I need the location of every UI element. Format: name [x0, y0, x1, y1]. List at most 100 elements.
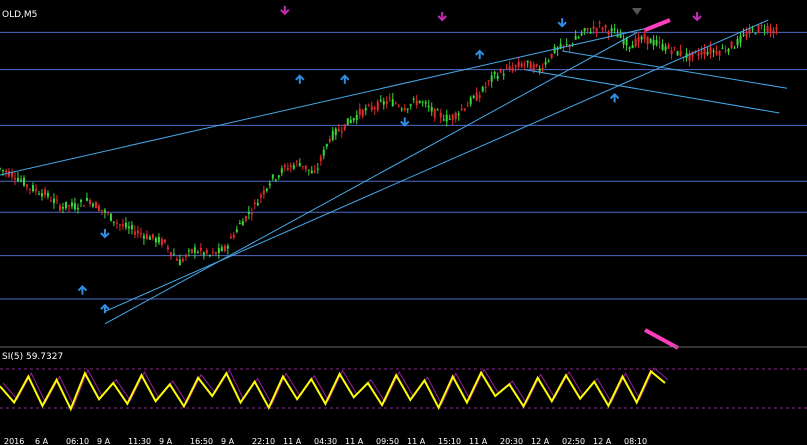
candle-body [298, 163, 301, 167]
candle-body [238, 223, 241, 225]
time-tick-label: 02:50 [562, 437, 585, 445]
candle-body [58, 205, 61, 211]
candle-body [178, 259, 181, 266]
time-tick-label: 22:10 [252, 437, 275, 445]
candle-body [382, 101, 385, 105]
candle-body [319, 156, 322, 161]
time-tick-label: 6 A [35, 437, 49, 445]
candle-body [271, 174, 274, 179]
candle-body [667, 44, 670, 49]
candle-body [592, 26, 595, 29]
candle-body [580, 33, 583, 36]
candle-body [286, 167, 289, 170]
candle-body [262, 190, 265, 195]
candle-body [727, 48, 730, 52]
candle-body [493, 71, 496, 75]
candle-body [172, 253, 175, 255]
candle-body [343, 123, 346, 130]
candle-body [544, 61, 547, 65]
candle-body [205, 250, 208, 254]
candle-body [655, 40, 658, 45]
candle-body [166, 247, 169, 250]
time-tick-label: 11 A [283, 437, 302, 445]
candle-body [370, 106, 373, 110]
candle-body [358, 108, 361, 115]
candle-body [646, 36, 649, 45]
candle-body [412, 98, 415, 100]
time-tick-label: 2016 [4, 437, 24, 445]
time-tick-label: 12 A [593, 437, 612, 445]
candle-body [679, 50, 682, 56]
candle-body [409, 104, 412, 106]
candle-body [253, 202, 256, 204]
candle-body [340, 131, 343, 133]
candle-body [565, 43, 568, 45]
candle-body [376, 101, 379, 111]
candle-body [217, 247, 220, 254]
candle-body [76, 207, 79, 210]
candle-body [649, 38, 652, 44]
candle-body [526, 60, 529, 63]
candle-body [490, 75, 493, 82]
candle-body [79, 200, 82, 203]
price-pane[interactable]: OLD,M5 [0, 0, 807, 350]
candle-body [748, 28, 751, 34]
candle-body [697, 53, 700, 56]
time-tick-label: 09:50 [376, 437, 399, 445]
candle-body [478, 95, 481, 98]
candle-body [373, 107, 376, 110]
candle-body [163, 239, 166, 243]
candle-body [610, 28, 613, 32]
candle-body [61, 206, 64, 209]
candle-body [169, 252, 172, 256]
candle-body [532, 64, 535, 72]
candle-body [550, 53, 553, 59]
candle-body [7, 171, 10, 177]
chart-window: OLD,M5 SI(5) 59.7327 2016 6 A 06:10 9 A 11:3… [0, 0, 807, 445]
candle-body [148, 236, 151, 240]
time-axis: 2016 6 A 06:10 9 A 11:30 9 A 16:50 9 A 22:10 11 A… [4, 437, 647, 445]
candle-body [703, 48, 706, 55]
candle-body [112, 221, 115, 223]
candle-body [190, 249, 193, 253]
candle-body [304, 165, 307, 170]
candle-body [232, 234, 235, 238]
candle-body [505, 68, 508, 70]
candle-body [139, 233, 142, 235]
candle-body [772, 30, 775, 34]
candle-body [133, 231, 136, 235]
candle-body [313, 170, 316, 173]
candle-body [664, 46, 667, 51]
candle-body [676, 51, 679, 56]
candle-body [184, 254, 187, 257]
candle-body [736, 39, 739, 46]
candle-body [586, 28, 589, 31]
candle-body [433, 108, 436, 118]
candle-body [775, 26, 778, 31]
candle-body [157, 236, 160, 243]
candle-body [724, 50, 727, 52]
candle-body [448, 118, 451, 120]
candle-body [97, 206, 100, 212]
candle-body [754, 33, 757, 35]
candle-body [523, 63, 526, 65]
time-tick-label: 11 A [345, 437, 364, 445]
candle-body [715, 50, 718, 55]
candle-body [604, 25, 607, 28]
candle-body [379, 99, 382, 102]
candle-body [265, 188, 268, 191]
chart-canvas[interactable]: OLD,M5 SI(5) 59.7327 2016 6 A 06:10 9 A 11:3… [0, 0, 807, 445]
candle-body [34, 188, 37, 191]
candle-body [562, 45, 565, 47]
candle-body [94, 202, 97, 209]
candle-body [175, 258, 178, 261]
candle-body [235, 229, 238, 232]
candle-body [757, 25, 760, 33]
rsi-pane[interactable]: SI(5) 59.7327 [0, 352, 807, 412]
candle-body [142, 235, 145, 239]
candle-body [712, 50, 715, 52]
time-tick-label: 11 A [469, 437, 488, 445]
candle-body [574, 36, 577, 40]
rsi-signal-line [2, 367, 669, 407]
candle-body [364, 108, 367, 111]
